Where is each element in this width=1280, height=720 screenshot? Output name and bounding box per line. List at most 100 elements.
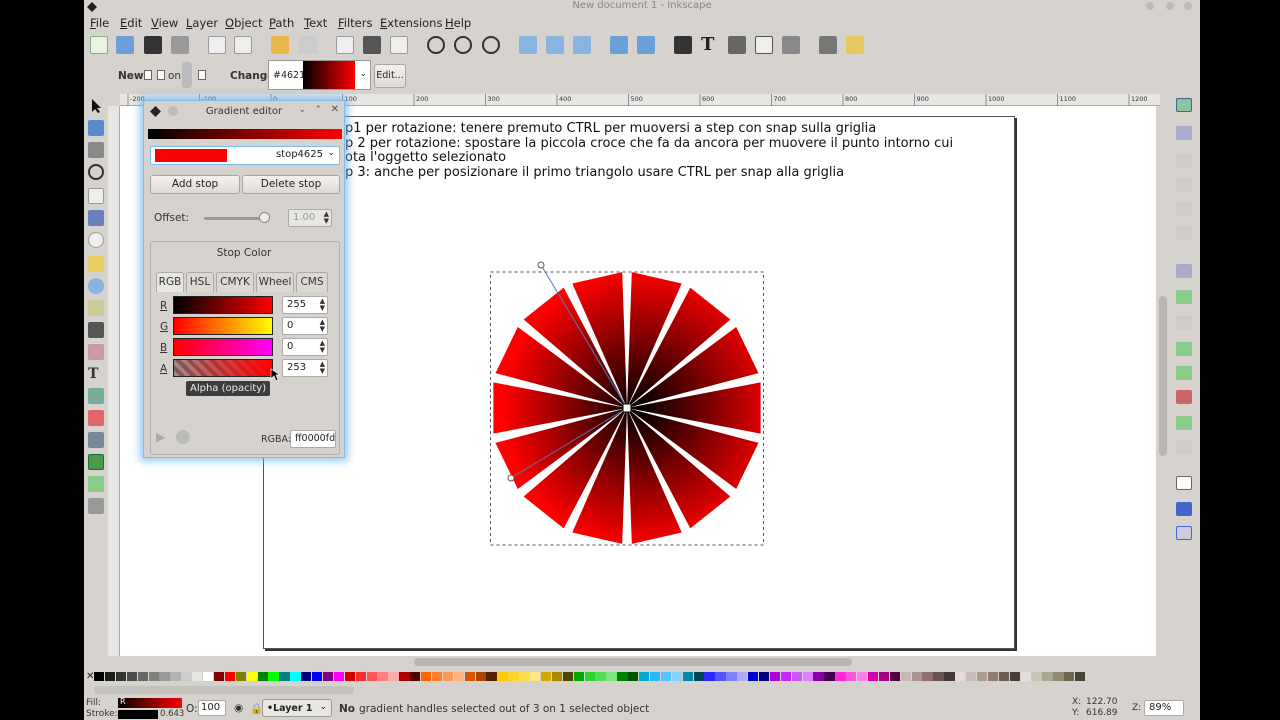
palette-swatch[interactable] — [1020, 672, 1031, 681]
palette-swatch[interactable] — [660, 672, 672, 681]
drawing[interactable] — [490, 256, 780, 556]
dropper-tool-icon[interactable] — [88, 476, 104, 492]
palette-swatch[interactable] — [802, 672, 813, 681]
zoom-page-icon[interactable] — [482, 36, 500, 54]
palette-swatch[interactable] — [976, 672, 988, 681]
new-document-icon[interactable] — [90, 36, 108, 54]
palette-swatch[interactable] — [268, 672, 279, 681]
palette-swatch[interactable] — [671, 672, 683, 681]
horizontal-scrollbar[interactable] — [120, 656, 1160, 668]
blue-input[interactable]: 0 ▲ ▼ — [282, 338, 328, 356]
palette-swatch[interactable] — [464, 672, 475, 681]
zoom-tool-icon[interactable] — [88, 164, 104, 180]
palette-swatch[interactable] — [987, 672, 999, 681]
snap-bbox-center-icon[interactable] — [1176, 226, 1192, 240]
snap-midpoints-icon[interactable] — [1176, 390, 1192, 404]
group-icon[interactable] — [610, 36, 628, 54]
opacity-input[interactable]: 100 — [198, 700, 226, 716]
palette-swatch[interactable] — [606, 672, 617, 681]
palette-swatch[interactable] — [813, 672, 824, 681]
selector-tool-icon[interactable] — [88, 98, 104, 114]
palette-swatch[interactable] — [508, 672, 519, 681]
snap-bbox-edge-icon[interactable] — [1176, 154, 1192, 168]
palette-swatch[interactable] — [104, 672, 116, 681]
menu-help[interactable]: Help — [445, 16, 471, 30]
stop-select[interactable]: stop4625 ⌄ — [150, 146, 340, 165]
unlink-clone-icon[interactable] — [573, 36, 591, 54]
offset-slider-track[interactable] — [204, 217, 266, 220]
tab-cms[interactable]: CMS — [296, 272, 328, 292]
palette-swatch[interactable] — [192, 672, 203, 681]
snap-rotation-center-icon[interactable] — [1176, 440, 1192, 454]
palette-swatch[interactable] — [682, 672, 693, 681]
palette-swatch[interactable] — [584, 672, 595, 681]
open-icon[interactable] — [116, 36, 134, 54]
snap-cusp-nodes-icon[interactable] — [1176, 342, 1192, 356]
scroll-thumb[interactable] — [1159, 296, 1167, 456]
palette-swatch[interactable] — [224, 672, 236, 681]
palette-swatch[interactable] — [421, 672, 432, 681]
snap-grid-icon[interactable] — [1176, 502, 1192, 516]
copy-icon[interactable] — [336, 36, 354, 54]
menu-view[interactable]: View — [151, 16, 178, 30]
palette-swatch[interactable] — [911, 672, 922, 681]
palette-swatch[interactable] — [758, 672, 770, 681]
palette-swatch[interactable] — [780, 672, 792, 681]
palette-swatch[interactable] — [148, 672, 159, 681]
node-tool-icon[interactable] — [88, 120, 104, 136]
alpha-input[interactable]: 253 ▲ ▼ — [282, 359, 328, 377]
undo-icon[interactable] — [271, 36, 289, 54]
tab-rgb[interactable]: RGB — [156, 272, 184, 292]
clone-icon[interactable] — [546, 36, 564, 54]
palette-swatch[interactable] — [475, 672, 486, 681]
palette-swatch[interactable] — [257, 672, 268, 681]
palette-swatch[interactable] — [399, 672, 410, 681]
print-icon[interactable] — [171, 36, 189, 54]
menu-extensions[interactable]: Extensions — [380, 16, 442, 30]
palette-swatch[interactable] — [573, 672, 584, 681]
play-icon[interactable]: ▶ — [156, 430, 170, 444]
snap-nodes-icon[interactable] — [1176, 264, 1192, 278]
scroll-thumb[interactable] — [414, 658, 852, 666]
menu-object[interactable]: Object — [225, 16, 262, 30]
rgba-input[interactable]: ff0000fd — [290, 430, 336, 448]
spray-tool-icon[interactable] — [88, 388, 104, 404]
palette-swatch[interactable] — [377, 672, 388, 681]
palette-swatch[interactable] — [170, 672, 181, 681]
palette-swatch[interactable] — [617, 672, 628, 681]
xml-editor-icon[interactable] — [755, 36, 773, 54]
document-properties-icon[interactable] — [846, 36, 864, 54]
export-icon[interactable] — [234, 36, 252, 54]
red-input[interactable]: 255 ▲ ▼ — [282, 296, 328, 314]
eye-icon[interactable]: ◉ — [234, 702, 243, 714]
palette-swatch[interactable] — [279, 672, 290, 681]
snap-bbox-corner-icon[interactable] — [1176, 178, 1192, 192]
fill-swatch[interactable]: R — [118, 697, 182, 708]
palette-swatch[interactable] — [769, 672, 781, 681]
snap-smooth-nodes-icon[interactable] — [1176, 366, 1192, 380]
zoom-selection-icon[interactable] — [427, 36, 445, 54]
palette-swatch[interactable] — [213, 672, 225, 681]
paste-icon[interactable] — [390, 36, 408, 54]
maximize-icon[interactable]: ⌃ — [314, 105, 322, 115]
palette-swatch[interactable] — [857, 672, 868, 681]
palette-swatch[interactable] — [497, 672, 508, 681]
palette-swatch[interactable] — [791, 672, 802, 681]
palette-swatch[interactable] — [137, 672, 148, 681]
menu-filters[interactable]: Filters — [338, 16, 372, 30]
snap-guide-icon[interactable] — [1176, 526, 1192, 540]
palette-swatch[interactable] — [944, 672, 955, 681]
snap-page-icon[interactable] — [1176, 476, 1192, 490]
ungroup-icon[interactable] — [637, 36, 655, 54]
palette-swatch[interactable] — [333, 672, 345, 681]
palette-swatch[interactable] — [867, 672, 879, 681]
snap-centers-icon[interactable] — [1176, 416, 1192, 430]
palette-swatch[interactable] — [431, 672, 443, 681]
new-linear-toggle[interactable] — [144, 70, 152, 80]
palette-swatch[interactable] — [1053, 672, 1064, 681]
palette-swatch[interactable] — [628, 672, 639, 681]
redo-icon[interactable] — [299, 36, 317, 54]
menu-layer[interactable]: Layer — [186, 16, 218, 30]
palette-swatch[interactable] — [966, 672, 977, 681]
palette-swatch[interactable] — [998, 672, 1010, 681]
